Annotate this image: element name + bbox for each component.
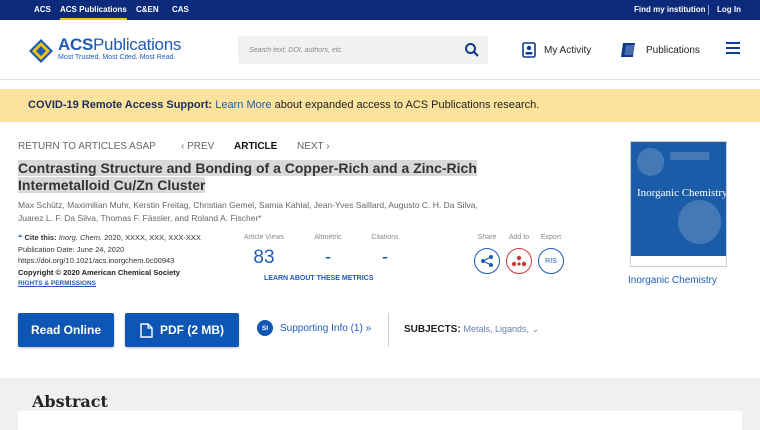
author-list: Max Schütz, Maximilian Muhr, Kerstin Fre… bbox=[18, 199, 548, 225]
banner-text: about expanded access to ACS Publication… bbox=[271, 99, 540, 111]
article-title: Contrasting Structure and Bonding of a C… bbox=[18, 160, 558, 194]
altmetric-value: - bbox=[324, 247, 332, 268]
journal-name-link[interactable]: Inorganic Chemistry bbox=[628, 275, 717, 286]
abstract-card bbox=[18, 411, 742, 430]
cite-this-row: ❝ Cite this: Inorg. Chem. 2020, XXXX, XX… bbox=[18, 232, 201, 244]
read-online-button[interactable]: Read Online bbox=[18, 313, 114, 347]
cover-footer bbox=[631, 256, 726, 266]
nav-divider bbox=[708, 5, 709, 15]
publications-label: Publications bbox=[646, 44, 700, 56]
publications-link[interactable]: Publications bbox=[620, 42, 700, 58]
title-line-2: Intermetalloid Cu/Zn Cluster bbox=[18, 177, 206, 193]
nav-link-cas[interactable]: CAS bbox=[172, 0, 189, 20]
si-badge-icon[interactable]: SI bbox=[257, 320, 273, 336]
subjects-values[interactable]: Metals, Ligands, ⌄ bbox=[463, 324, 539, 334]
search-input[interactable] bbox=[238, 36, 458, 64]
prev-article-link[interactable]: ‹ PREV bbox=[181, 141, 214, 152]
my-activity-label: My Activity bbox=[544, 44, 592, 56]
article-views-value: 83 bbox=[253, 247, 275, 268]
hamburger-menu-icon[interactable] bbox=[726, 42, 740, 56]
altmetric-metric: Altmetric - bbox=[298, 234, 358, 269]
subjects-section: SUBJECTS: Metals, Ligands, ⌄ bbox=[404, 324, 539, 335]
pdf-file-icon bbox=[140, 322, 153, 338]
copyright-text: Copyright © 2020 American Chemical Socie… bbox=[18, 267, 180, 277]
nav-link-acs[interactable]: ACS bbox=[34, 0, 51, 20]
current-article-label: ARTICLE bbox=[234, 141, 278, 152]
logo-tagline: Most Trusted. Most Cited. Most Read. bbox=[58, 54, 176, 61]
article-views-metric: Article Views 83 bbox=[234, 234, 294, 269]
pdf-button-label: PDF (2 MB) bbox=[160, 323, 224, 337]
site-header: ACSPublications Most Trusted. Most Cited… bbox=[0, 20, 760, 80]
banner-learn-more-link[interactable]: Learn More bbox=[215, 99, 271, 111]
export-label: Export bbox=[540, 234, 562, 241]
return-to-asap-link[interactable]: RETURN TO ARTICLES ASAP bbox=[18, 141, 156, 152]
find-institution-link[interactable]: Find my institution bbox=[634, 0, 706, 20]
subjects-label: SUBJECTS: bbox=[404, 324, 461, 335]
share-icon bbox=[481, 255, 493, 267]
doi-link[interactable]: https://doi.org/10.1021/acs.inorgchem.0c… bbox=[18, 255, 201, 267]
publication-date[interactable]: Publication Date: June 24, 2020 bbox=[18, 244, 201, 256]
login-link[interactable]: Log In bbox=[717, 0, 741, 20]
share-label: Share bbox=[477, 234, 497, 241]
top-nav-bar: ACS ACS Publications C&EN CAS Find my in… bbox=[0, 0, 760, 20]
add-to-library-icon bbox=[511, 255, 527, 267]
abstract-heading: Abstract bbox=[32, 392, 108, 411]
next-article-link[interactable]: NEXT › bbox=[297, 141, 330, 152]
share-button[interactable] bbox=[474, 248, 500, 274]
authors-line-1[interactable]: Max Schütz, Maximilian Muhr, Kerstin Fre… bbox=[18, 200, 478, 210]
search-icon[interactable] bbox=[464, 42, 480, 58]
pdf-download-button[interactable]: PDF (2 MB) bbox=[125, 313, 239, 347]
article-views-label: Article Views bbox=[244, 234, 284, 241]
logo-wordmark[interactable]: ACSPublications bbox=[58, 35, 181, 55]
cite-this-label[interactable]: ❝ Cite this: bbox=[18, 233, 57, 242]
learn-metrics-link[interactable]: LEARN ABOUT THESE METRICS bbox=[264, 275, 373, 282]
acs-logo-icon[interactable] bbox=[28, 38, 54, 64]
cite-journal: Inorg. Chem. bbox=[58, 233, 103, 242]
citations-metric: Citations - bbox=[355, 234, 415, 269]
rights-permissions-link[interactable]: RIGHTS & PERMISSIONS bbox=[18, 278, 201, 290]
nav-link-cen[interactable]: C&EN bbox=[136, 0, 159, 20]
nav-link-acs-publications[interactable]: ACS Publications bbox=[60, 0, 127, 20]
title-line-1: Contrasting Structure and Bonding of a C… bbox=[18, 160, 477, 176]
covid-banner: COVID-19 Remote Access Support: Learn Mo… bbox=[0, 89, 760, 122]
citations-value: - bbox=[381, 247, 389, 268]
my-activity-link[interactable]: My Activity bbox=[522, 42, 591, 58]
supporting-info-link[interactable]: Supporting Info (1) » bbox=[280, 323, 371, 334]
authors-line-2[interactable]: Juarez L. F. Da Silva, Thomas F. Fässler… bbox=[18, 213, 262, 223]
altmetric-label: Altmetric bbox=[314, 234, 342, 241]
cover-pattern bbox=[636, 148, 722, 244]
cover-journal-title: Inorganic Chemistry bbox=[637, 187, 727, 199]
cite-reference: 2020, XXXX, XXX, XXX-XXX bbox=[102, 233, 201, 242]
journal-cover-image[interactable]: Inorganic Chemistry bbox=[630, 141, 727, 267]
add-to-label: Add to bbox=[508, 234, 530, 241]
banner-heading: COVID-19 Remote Access Support: bbox=[28, 99, 213, 111]
search-box bbox=[238, 36, 488, 64]
actions-divider bbox=[388, 313, 389, 347]
citations-label: Citations bbox=[371, 234, 399, 241]
citation-block: ❝ Cite this: Inorg. Chem. 2020, XXXX, XX… bbox=[18, 232, 201, 290]
add-to-button[interactable] bbox=[506, 248, 532, 274]
book-icon bbox=[621, 43, 635, 57]
user-badge-icon bbox=[522, 42, 536, 58]
export-ris-button[interactable]: RIS bbox=[538, 248, 564, 274]
